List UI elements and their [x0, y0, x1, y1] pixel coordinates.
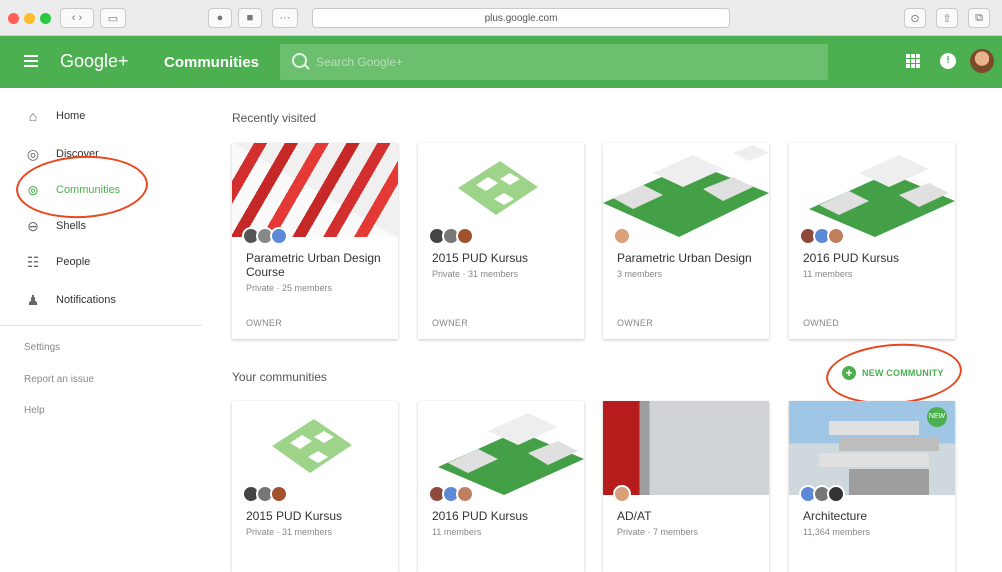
brand-logo[interactable]: Google+	[60, 51, 129, 72]
zoom-window-button[interactable]	[40, 13, 51, 24]
member-avatars	[613, 485, 631, 505]
sidebar-item-label: People	[56, 256, 91, 268]
community-card[interactable]: NEW Architecture 11,364 members	[789, 401, 955, 572]
community-cover-image	[603, 143, 769, 237]
tabs-icon[interactable]: ⧉	[968, 8, 990, 28]
sidebar-item-notifications[interactable]: ♟ Notifications	[0, 282, 202, 318]
sidebar-divider	[0, 325, 202, 326]
page-title: Communities	[164, 54, 260, 71]
community-meta: 11,364 members	[803, 527, 870, 537]
community-name: Parametric Urban Design Course	[246, 251, 381, 279]
minimize-window-button[interactable]	[24, 13, 35, 24]
member-avatars	[428, 227, 474, 247]
extensions-icon[interactable]: ···	[272, 8, 298, 28]
member-avatars	[799, 227, 845, 247]
community-name: AD/AT	[617, 509, 652, 523]
member-avatars	[428, 485, 474, 505]
browser-toolbar: ‹ › ▭ ● ■ ··· plus.google.com ⊙ ⇧ ⧉	[0, 0, 1002, 36]
community-meta: 11 members	[803, 269, 853, 279]
community-name: 2015 PUD Kursus	[246, 509, 343, 523]
community-card[interactable]: 2015 PUD Kursus Private · 31 members OWN…	[418, 143, 584, 339]
sidebar-toggle-icon[interactable]: ▭	[100, 8, 126, 28]
community-card[interactable]: AD/AT Private · 7 members	[603, 401, 769, 572]
menu-icon[interactable]	[24, 55, 38, 67]
member-avatars	[613, 227, 631, 247]
share-icon[interactable]: ⇧	[936, 8, 958, 28]
people-icon: ☷	[26, 254, 40, 270]
home-icon: ⌂	[28, 108, 38, 124]
community-meta: 3 members	[617, 269, 663, 279]
community-card[interactable]: 2016 PUD Kursus 11 members OWNED	[789, 143, 955, 339]
sidebar-item-label: Notifications	[56, 294, 116, 306]
settings-link[interactable]: Settings	[24, 342, 60, 353]
community-name: Architecture	[803, 509, 868, 523]
avatar[interactable]	[970, 49, 994, 73]
downloads-icon[interactable]: ⊙	[904, 8, 926, 28]
sidebar-item-label: Home	[56, 110, 86, 122]
notifications-icon[interactable]: !	[940, 53, 956, 69]
shield-icon[interactable]: ■	[238, 8, 262, 28]
community-name: 2015 PUD Kursus	[432, 251, 529, 265]
help-link[interactable]: Help	[24, 405, 45, 416]
collections-icon: ⊖	[27, 218, 39, 234]
community-meta: Private · 25 members	[246, 283, 333, 293]
community-role: OWNER	[617, 318, 653, 328]
report-issue-link[interactable]: Report an issue	[24, 374, 94, 385]
sidebar-item-people[interactable]: ☷ People	[0, 244, 202, 280]
community-meta: Private · 31 members	[432, 269, 519, 279]
apps-grid-icon[interactable]	[906, 54, 920, 68]
community-name: 2016 PUD Kursus	[803, 251, 900, 265]
community-name: 2016 PUD Kursus	[432, 509, 529, 523]
sidebar-item-label: Shells	[56, 220, 86, 232]
community-cover-image: NEW	[789, 401, 955, 495]
community-card[interactable]: 2015 PUD Kursus Private · 31 members	[232, 401, 398, 572]
community-card[interactable]: Parametric Urban Design Course Private ·…	[232, 143, 398, 339]
community-cover-image	[418, 143, 584, 237]
member-avatars	[242, 485, 288, 505]
community-name: Parametric Urban Design	[617, 251, 752, 265]
search-icon	[292, 53, 307, 68]
community-role: OWNER	[432, 318, 468, 328]
community-card[interactable]: 2016 PUD Kursus 11 members	[418, 401, 584, 572]
community-cover-image	[789, 143, 955, 237]
member-avatars	[799, 485, 845, 505]
close-window-button[interactable]	[8, 13, 19, 24]
url-text: plus.google.com	[484, 12, 558, 24]
community-card[interactable]: Parametric Urban Design 3 members OWNER	[603, 143, 769, 339]
community-role: OWNER	[246, 318, 282, 328]
back-forward-buttons[interactable]: ‹ ›	[60, 8, 94, 28]
community-meta: Private · 31 members	[246, 527, 333, 537]
new-badge: NEW	[927, 407, 947, 427]
member-avatars	[242, 227, 288, 247]
community-cover-image	[232, 401, 398, 495]
sidebar-item-home[interactable]: ⌂ Home	[0, 98, 202, 134]
your-communities-heading: Your communities	[232, 370, 327, 384]
bell-icon: ♟	[26, 292, 40, 308]
annotation-circle	[824, 339, 964, 409]
recently-visited-heading: Recently visited	[232, 111, 317, 125]
address-bar[interactable]: plus.google.com	[312, 8, 730, 28]
community-cover-image	[232, 143, 398, 237]
compass-icon: ◎	[26, 146, 40, 162]
community-cover-image	[418, 401, 584, 495]
community-cover-image	[603, 401, 769, 495]
community-meta: Private · 7 members	[617, 527, 699, 537]
privacy-icon[interactable]: ●	[208, 8, 232, 28]
search-input[interactable]: Search Google+	[280, 44, 828, 80]
app-header: Google+ Communities Search Google+ !	[0, 36, 1002, 88]
community-role: OWNED	[803, 318, 839, 328]
community-meta: 11 members	[432, 527, 482, 537]
search-placeholder: Search Google+	[316, 55, 404, 69]
